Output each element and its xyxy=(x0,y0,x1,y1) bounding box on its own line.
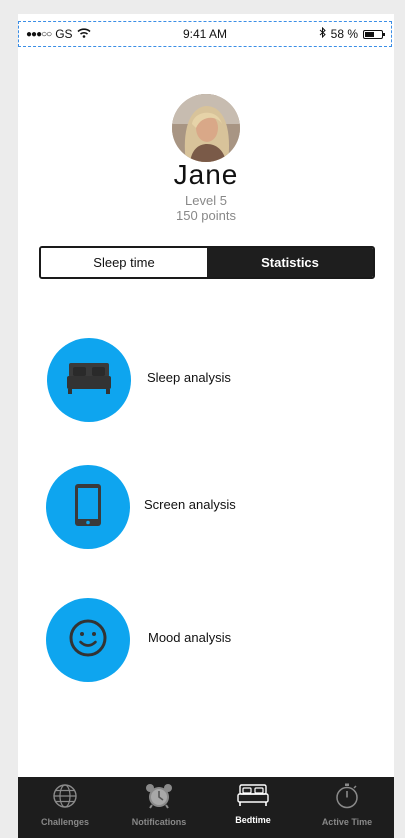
status-right: 58 % xyxy=(319,26,385,41)
phone-icon xyxy=(74,483,102,532)
status-bar: ●●●○○ GS 9:41 AM 58 % xyxy=(18,21,392,47)
stopwatch-icon xyxy=(334,783,360,814)
tab-bedtime[interactable]: Bedtime xyxy=(206,777,300,838)
tab-active-time-label: Active Time xyxy=(321,817,373,827)
screen-analysis-button[interactable] xyxy=(46,465,130,549)
mood-analysis-button[interactable] xyxy=(46,598,130,682)
view-segmented-control: Sleep time Statistics xyxy=(39,246,375,279)
battery-icon xyxy=(363,29,385,39)
alarm-clock-icon xyxy=(145,783,173,814)
tab-challenges-label: Challenges xyxy=(40,817,89,827)
tab-sleep-time[interactable]: Sleep time xyxy=(41,248,207,277)
tab-notifications[interactable]: Notifications xyxy=(112,777,206,838)
screen-analysis-label[interactable]: Screen analysis xyxy=(144,497,236,512)
tab-challenges[interactable]: Challenges xyxy=(18,777,112,838)
sleep-analysis-item[interactable]: Sleep analysis xyxy=(47,338,367,422)
phone-screen: ●●●○○ GS 9:41 AM 58 % Jane Level 5 150 p… xyxy=(18,14,394,838)
mood-analysis-label[interactable]: Mood analysis xyxy=(148,630,231,645)
sleep-analysis-button[interactable] xyxy=(47,338,131,422)
screen-analysis-item[interactable]: Screen analysis xyxy=(46,465,366,549)
battery-percentage: 58 % xyxy=(330,27,358,41)
tab-statistics[interactable]: Statistics xyxy=(207,248,373,277)
user-points: 150 points xyxy=(176,208,236,223)
tab-notifications-label: Notifications xyxy=(131,817,187,827)
mood-analysis-item[interactable]: Mood analysis xyxy=(46,598,366,682)
user-level: Level 5 xyxy=(185,193,227,208)
avatar[interactable] xyxy=(172,94,240,162)
tab-active-time[interactable]: Active Time xyxy=(300,777,394,838)
globe-icon xyxy=(52,783,78,814)
tab-bedtime-label: Bedtime xyxy=(235,815,271,825)
smiley-icon xyxy=(68,618,108,663)
sleep-analysis-label[interactable]: Sleep analysis xyxy=(147,370,231,385)
bluetooth-icon xyxy=(319,26,326,41)
bed-icon xyxy=(237,783,269,812)
bed-icon xyxy=(66,361,112,400)
user-name: Jane xyxy=(173,159,239,190)
tab-bar: Challenges Notifications Bedtime Active … xyxy=(18,777,394,838)
